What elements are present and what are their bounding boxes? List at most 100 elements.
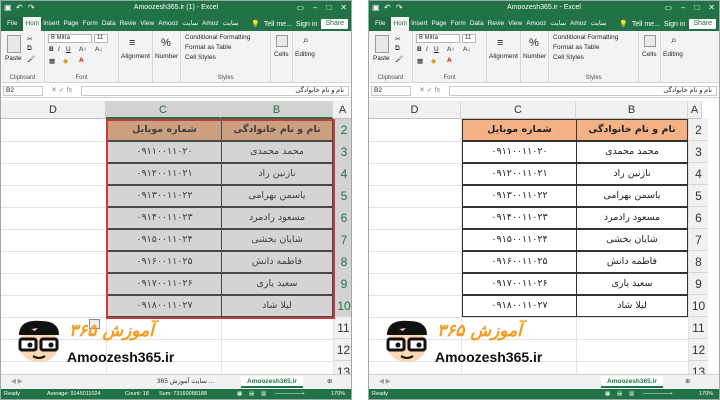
- column-header-c[interactable]: C: [106, 101, 221, 119]
- view-layout-icon[interactable]: ▤: [249, 389, 254, 399]
- font-color-icon[interactable]: A: [79, 57, 84, 64]
- tab-view[interactable]: View: [138, 17, 156, 31]
- mobile-cell[interactable]: ۰۹۱۱۰۰۱۱۰۲۰: [107, 141, 222, 163]
- tab-insert[interactable]: Insert: [41, 17, 61, 31]
- column-header-a[interactable]: A: [688, 101, 702, 119]
- sign-in-link[interactable]: Sign in: [296, 21, 317, 28]
- editing-group[interactable]: ⌕ Editing: [661, 31, 691, 83]
- mobile-cell[interactable]: ۰۹۱۵۰۰۱۱۰۲۴: [462, 229, 577, 251]
- sheet-nav-icon[interactable]: ◀ ▶: [5, 376, 29, 388]
- fill-color-icon[interactable]: ◆: [63, 57, 68, 65]
- zoom-slider[interactable]: –──────+: [643, 389, 673, 399]
- view-pagebreak-icon[interactable]: ▥: [261, 389, 266, 399]
- mobile-cell[interactable]: ۰۹۱۵۰۰۱۱۰۲۴: [107, 229, 222, 251]
- name-cell[interactable]: مسعود رادمرد: [221, 207, 333, 229]
- tab-file[interactable]: File: [1, 17, 24, 31]
- cells-group[interactable]: Cells: [271, 31, 293, 83]
- formula-input[interactable]: نام و نام خانوادگی: [449, 86, 717, 96]
- copy-icon[interactable]: ⧉: [395, 45, 400, 53]
- mobile-cell[interactable]: ۰۹۱۴۰۰۱۱۰۲۳: [462, 207, 577, 229]
- row-header[interactable]: 11: [333, 317, 351, 339]
- name-cell[interactable]: لیلا شاد: [221, 295, 333, 317]
- number-group[interactable]: % Number: [521, 31, 549, 83]
- row-header[interactable]: 9: [333, 273, 351, 295]
- format-as-table-button[interactable]: Format as Table: [553, 44, 599, 51]
- mobile-cell[interactable]: ۰۹۱۷۰۰۱۱۰۲۶: [462, 273, 577, 295]
- font-size-box[interactable]: 11: [462, 34, 476, 43]
- font-size-box[interactable]: 11: [94, 34, 108, 43]
- editing-group[interactable]: ⌕ Editing: [293, 31, 323, 83]
- font-grow-icon[interactable]: A↑: [447, 46, 455, 53]
- minimize-icon[interactable]: –: [681, 3, 685, 12]
- name-box[interactable]: B2: [3, 86, 43, 96]
- italic-icon[interactable]: I: [58, 46, 60, 53]
- cut-icon[interactable]: ✂: [27, 35, 32, 43]
- row-header[interactable]: 8: [333, 251, 351, 273]
- tab-site-2[interactable]: سایت: [221, 17, 241, 31]
- row-header[interactable]: 5: [333, 185, 351, 207]
- name-cell[interactable]: فاطمه دانش: [576, 251, 688, 273]
- paste-icon[interactable]: [375, 35, 389, 53]
- close-icon[interactable]: ✕: [340, 3, 347, 12]
- close-icon[interactable]: ✕: [708, 3, 715, 12]
- tell-me[interactable]: Tell me...: [264, 21, 292, 28]
- borders-icon[interactable]: ▦: [49, 57, 55, 65]
- tab-home[interactable]: Hom: [23, 17, 42, 31]
- tell-me[interactable]: Tell me...: [632, 21, 660, 28]
- tab-page[interactable]: Page: [61, 17, 80, 31]
- cell-styles-button[interactable]: Cell Styles: [553, 54, 584, 61]
- font-name-box[interactable]: B Mitra: [416, 34, 460, 43]
- row-header[interactable]: 6: [333, 207, 351, 229]
- mobile-cell[interactable]: ۰۹۱۲۰۰۱۱۰۲۱: [107, 163, 222, 185]
- zoom-level[interactable]: 170%: [331, 389, 345, 399]
- sign-in-link[interactable]: Sign in: [664, 21, 685, 28]
- row-header[interactable]: 2: [333, 119, 351, 141]
- name-cell[interactable]: سعید یاری: [576, 273, 688, 295]
- mobile-cell[interactable]: ۰۹۱۷۰۰۱۱۰۲۶: [107, 273, 222, 295]
- alignment-group[interactable]: ≡ Alignment: [487, 31, 521, 83]
- column-header-d[interactable]: D: [369, 101, 461, 119]
- bold-icon[interactable]: B: [49, 46, 54, 53]
- format-painter-icon[interactable]: 🖌: [395, 55, 403, 63]
- share-button[interactable]: Share: [689, 19, 716, 29]
- header-cell-name[interactable]: نام و نام خانوادگی: [576, 119, 688, 141]
- mobile-cell[interactable]: ۰۹۱۶۰۰۱۱۰۲۵: [107, 251, 222, 273]
- fill-color-icon[interactable]: ◆: [431, 57, 436, 65]
- paste-icon[interactable]: [7, 35, 21, 53]
- column-header-b[interactable]: B: [576, 101, 688, 119]
- format-as-table-button[interactable]: Format as Table: [185, 44, 231, 51]
- name-cell[interactable]: فاطمه دانش: [221, 251, 333, 273]
- row-header[interactable]: 11: [688, 317, 708, 339]
- name-cell[interactable]: محمد محمدی: [576, 141, 688, 163]
- tab-amoozesh[interactable]: Amooz: [156, 17, 180, 31]
- name-cell[interactable]: یاسمن بهرامی: [221, 185, 333, 207]
- row-header[interactable]: 10: [333, 295, 351, 317]
- underline-icon[interactable]: U: [66, 46, 71, 53]
- ribbon-options-icon[interactable]: ▭: [664, 3, 672, 12]
- cut-icon[interactable]: ✂: [395, 35, 400, 43]
- row-header[interactable]: 10: [688, 295, 708, 317]
- name-cell[interactable]: نازنین راد: [576, 163, 688, 185]
- name-cell[interactable]: سعید یاری: [221, 273, 333, 295]
- ribbon-options-icon[interactable]: ▭: [296, 3, 304, 12]
- mobile-cell[interactable]: ۰۹۱۸۰۰۱۱۰۲۷: [107, 295, 222, 317]
- tab-data[interactable]: Data: [100, 17, 118, 31]
- font-grow-icon[interactable]: A↑: [79, 46, 87, 53]
- tab-home[interactable]: Hom: [391, 17, 410, 31]
- column-header-a[interactable]: A: [333, 101, 351, 119]
- tab-amoz[interactable]: Amoz: [200, 17, 221, 31]
- row-header[interactable]: 8: [688, 251, 708, 273]
- view-pagebreak-icon[interactable]: ▥: [629, 389, 634, 399]
- sheet-tab-2[interactable]: Amoozesh365.ir: [241, 376, 303, 388]
- minimize-icon[interactable]: –: [313, 3, 317, 12]
- cell-styles-button[interactable]: Cell Styles: [185, 54, 216, 61]
- font-shrink-icon[interactable]: A↓: [463, 46, 471, 53]
- font-color-icon[interactable]: A: [447, 57, 452, 64]
- sheet-tab-1[interactable]: سایت آموزش 365 ...: [151, 376, 220, 388]
- column-header-c[interactable]: C: [461, 101, 576, 119]
- mobile-cell[interactable]: ۰۹۱۳۰۰۱۱۰۲۲: [462, 185, 577, 207]
- view-normal-icon[interactable]: ▦: [605, 389, 610, 399]
- add-sheet-icon[interactable]: ⊕: [679, 376, 696, 388]
- mobile-cell[interactable]: ۰۹۱۴۰۰۱۱۰۲۳: [107, 207, 222, 229]
- name-box[interactable]: B2: [371, 86, 411, 96]
